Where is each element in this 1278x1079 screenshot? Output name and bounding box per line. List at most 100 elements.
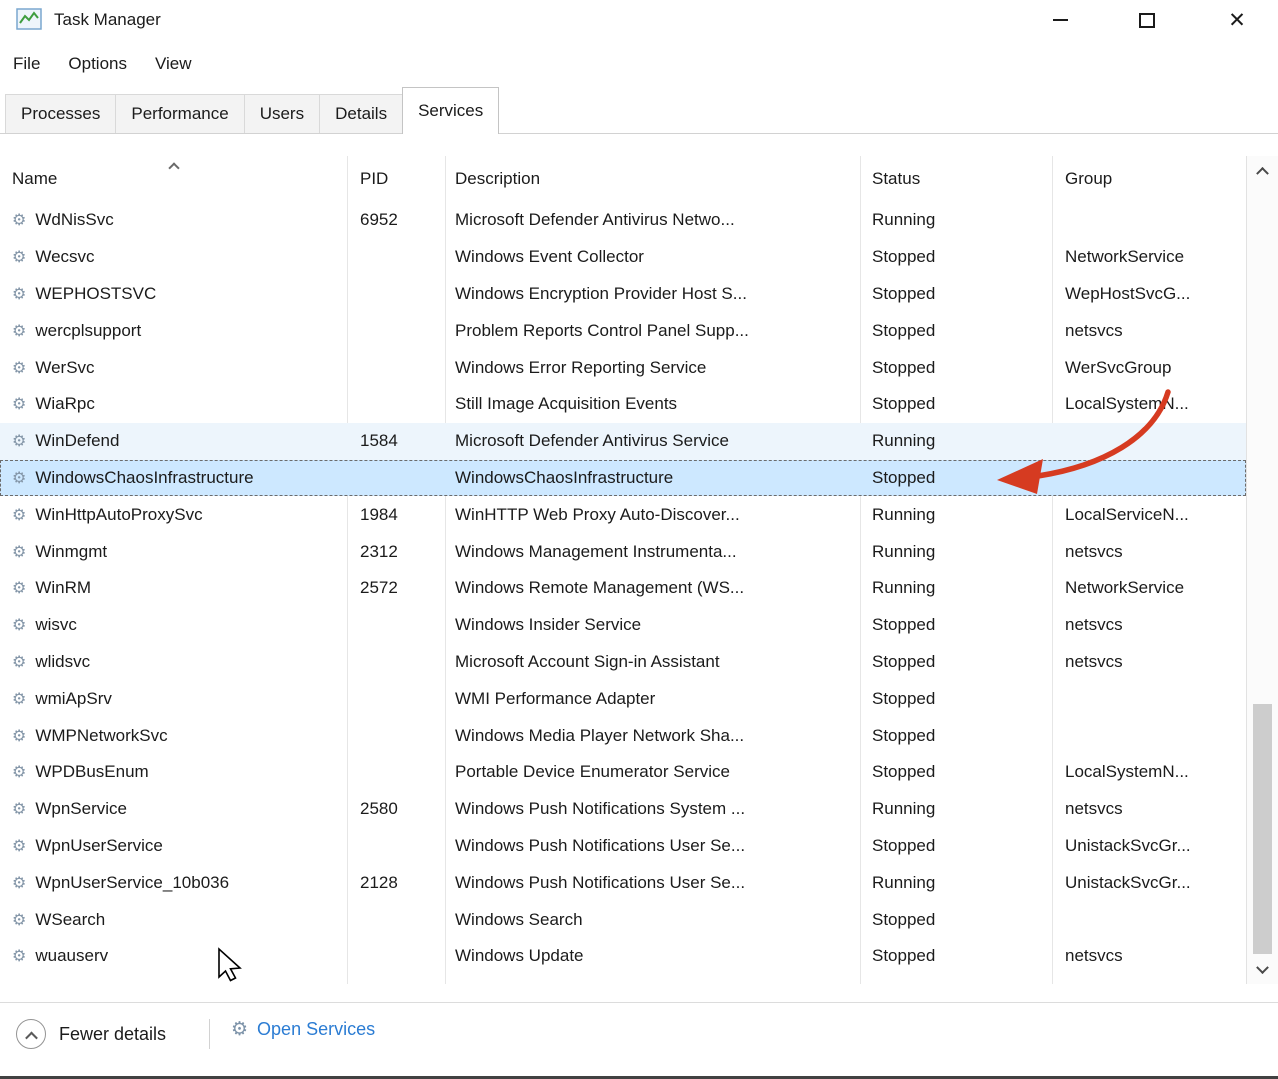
service-name-cell: ⚙ WindowsChaosInfrastructure [0,460,347,497]
service-name-cell: ⚙ WdNisSvc [0,202,347,239]
menu-item-file[interactable]: File [13,54,40,74]
service-description-cell: Microsoft Defender Antivirus Service [445,423,860,460]
table-row[interactable]: ⚙ WerSvc Windows Error Reporting Service… [0,349,1246,386]
table-row[interactable]: ⚙ WMPNetworkSvc Windows Media Player Net… [0,717,1246,754]
service-pid-cell [347,349,445,386]
service-status-cell: Stopped [860,901,1052,938]
scrollbar-thumb[interactable] [1253,704,1272,954]
tab-processes[interactable]: Processes [5,94,116,133]
service-gear-icon: ⚙ [12,433,26,449]
service-status-cell: Running [860,423,1052,460]
table-row[interactable]: ⚙ wlidsvc Microsoft Account Sign-in Assi… [0,644,1246,681]
table-row[interactable]: ⚙ Wecsvc Windows Event Collector Stopped… [0,239,1246,276]
tab-services[interactable]: Services [402,87,499,134]
service-description-cell: Windows Search [445,901,860,938]
table-row[interactable]: ⚙ WEPHOSTSVC Windows Encryption Provider… [0,276,1246,313]
table-row[interactable]: ⚙ WpnUserService_10b036 2128 Windows Pus… [0,864,1246,901]
menu-item-view[interactable]: View [155,54,192,74]
service-name-cell: ⚙ WiaRpc [0,386,347,423]
service-gear-icon: ⚙ [12,507,26,523]
service-description-cell: Microsoft Account Sign-in Assistant [445,644,860,681]
service-description-cell: Windows Encryption Provider Host S... [445,276,860,313]
menu-item-options[interactable]: Options [68,54,127,74]
column-header-status[interactable]: Status [860,156,1052,202]
service-name-cell: ⚙ WSearch [0,901,347,938]
tab-users[interactable]: Users [244,94,320,133]
service-group-cell [1052,202,1246,239]
open-services-label: Open Services [257,1019,375,1040]
service-pid-cell: 1584 [347,423,445,460]
window-title: Task Manager [54,10,161,30]
service-name-cell: ⚙ wercplsupport [0,312,347,349]
table-row[interactable]: ⚙ WindowsChaosInfrastructure WindowsChao… [0,460,1246,497]
table-row[interactable]: ⚙ WpnService 2580 Windows Push Notificat… [0,791,1246,828]
tab-performance[interactable]: Performance [115,94,244,133]
service-status-cell: Stopped [860,386,1052,423]
service-description-cell: Windows Error Reporting Service [445,349,860,386]
service-description-cell: Windows Update [445,938,860,975]
scroll-down-button[interactable] [1247,956,1278,984]
service-gear-icon: ⚙ [12,764,26,780]
service-group-cell [1052,423,1246,460]
chevron-down-icon [1256,961,1269,974]
table-row[interactable]: ⚙ Winmgmt 2312 Windows Management Instru… [0,533,1246,570]
service-status-cell: Stopped [860,680,1052,717]
service-description-cell: Windows Insider Service [445,607,860,644]
service-group-cell [1052,680,1246,717]
open-services-button[interactable]: ⚙ Open Services [231,1019,375,1040]
service-pid-cell [347,607,445,644]
column-header-description[interactable]: Description [445,156,860,202]
maximize-button[interactable] [1119,0,1175,40]
service-group-cell: LocalSystemN... [1052,754,1246,791]
service-pid-cell [347,460,445,497]
table-row[interactable]: ⚙ WinHttpAutoProxySvc 1984 WinHTTP Web P… [0,496,1246,533]
table-row[interactable]: ⚙ wisvc Windows Insider Service Stopped … [0,607,1246,644]
close-icon: ✕ [1228,10,1246,31]
service-status-cell: Stopped [860,460,1052,497]
services-table: Name PID Description Status Group ⚙ WdNi… [0,156,1246,984]
table-row[interactable]: ⚙ wmiApSrv WMI Performance Adapter Stopp… [0,680,1246,717]
service-pid-cell [347,239,445,276]
service-name-cell: ⚙ WerSvc [0,349,347,386]
scroll-up-button[interactable] [1247,156,1278,184]
table-row[interactable]: ⚙ WdNisSvc 6952 Microsoft Defender Antiv… [0,202,1246,239]
table-row[interactable]: ⚙ WiaRpc Still Image Acquisition Events … [0,386,1246,423]
service-name-cell: ⚙ WpnUserService [0,828,347,865]
minimize-icon [1053,19,1068,21]
table-row[interactable]: ⚙ wuauserv Windows Update Stopped netsvc… [0,938,1246,975]
table-row[interactable]: ⚙ WpnUserService Windows Push Notificati… [0,828,1246,865]
menu-bar: File Options View [0,44,1278,84]
service-group-cell: LocalSystemN... [1052,386,1246,423]
maximize-icon [1139,13,1155,28]
table-row[interactable]: ⚙ wercplsupport Problem Reports Control … [0,312,1246,349]
service-pid-cell: 6952 [347,202,445,239]
table-row[interactable]: ⚙ WinRM 2572 Windows Remote Management (… [0,570,1246,607]
table-body: ⚙ WdNisSvc 6952 Microsoft Defender Antiv… [0,202,1246,975]
footer-bar: Fewer details ⚙ Open Services [0,1002,1278,1076]
table-row[interactable]: ⚙ WinDefend 1584 Microsoft Defender Anti… [0,423,1246,460]
fewer-details-button[interactable]: Fewer details [16,1019,166,1049]
service-gear-icon: ⚙ [12,544,26,560]
service-description-cell: Windows Push Notifications System ... [445,791,860,828]
service-status-cell: Stopped [860,938,1052,975]
service-status-cell: Running [860,533,1052,570]
column-header-group[interactable]: Group [1052,156,1246,202]
service-description-cell: Windows Management Instrumenta... [445,533,860,570]
service-pid-cell: 2312 [347,533,445,570]
service-name-cell: ⚙ WinHttpAutoProxySvc [0,496,347,533]
column-header-pid[interactable]: PID [347,156,445,202]
service-pid-cell: 2128 [347,864,445,901]
minimize-button[interactable] [1032,0,1088,40]
table-header: Name PID Description Status Group [0,156,1246,202]
service-gear-icon: ⚙ [12,580,26,596]
tab-details[interactable]: Details [319,94,403,133]
service-name-cell: ⚙ WinRM [0,570,347,607]
service-group-cell: netsvcs [1052,644,1246,681]
table-row[interactable]: ⚙ WPDBusEnum Portable Device Enumerator … [0,754,1246,791]
service-group-cell: UnistackSvcGr... [1052,828,1246,865]
service-gear-icon: ⚙ [12,286,26,302]
table-row[interactable]: ⚙ WSearch Windows Search Stopped [0,901,1246,938]
close-button[interactable]: ✕ [1209,0,1265,40]
vertical-scrollbar[interactable] [1246,156,1278,984]
fewer-details-label: Fewer details [59,1024,166,1045]
